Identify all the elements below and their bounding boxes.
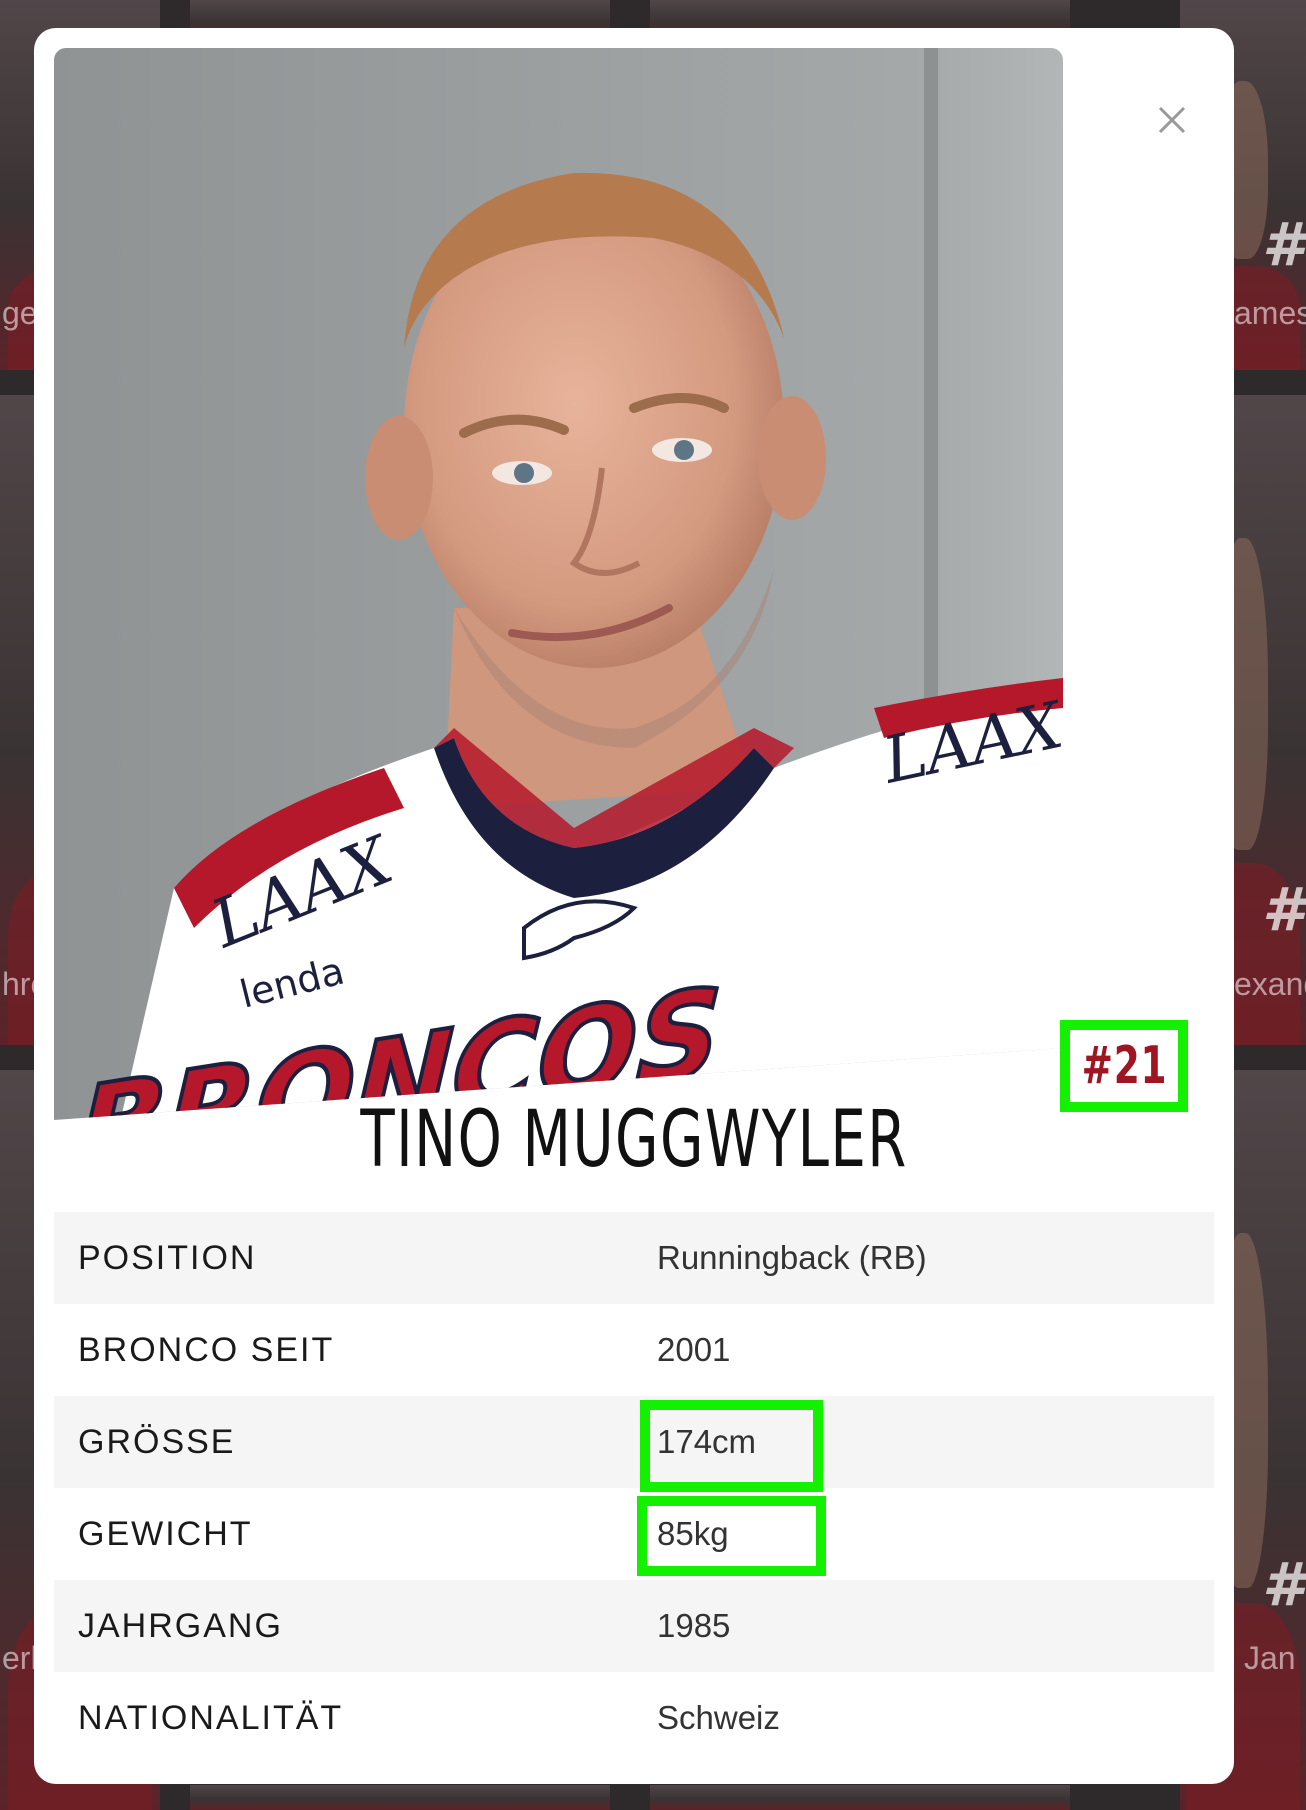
detail-row-jahrgang: JAHRGANG 1985: [54, 1580, 1214, 1672]
detail-row-groesse: GRÖSSE 174cm: [54, 1396, 1214, 1488]
detail-row-gewicht: GEWICHT 85kg: [54, 1488, 1214, 1580]
roster-number: #: [1262, 875, 1304, 945]
detail-label: POSITION: [78, 1238, 257, 1277]
player-details-table: POSITION Runningback (RB) BRONCO SEIT 20…: [54, 1212, 1214, 1764]
player-photo-graphic: LAAX LAAX lenda BRONCOS: [54, 48, 1063, 1120]
detail-value: Runningback (RB): [657, 1239, 927, 1276]
detail-value: Schweiz: [657, 1699, 780, 1736]
close-button[interactable]: [1142, 90, 1202, 150]
detail-row-position: POSITION Runningback (RB): [54, 1212, 1214, 1304]
detail-row-nationalitaet: NATIONALITÄT Schweiz: [54, 1672, 1214, 1764]
detail-row-bronco-seit: BRONCO SEIT 2001: [54, 1304, 1214, 1396]
detail-label: BRONCO SEIT: [78, 1330, 335, 1369]
roster-number: #: [1262, 1550, 1304, 1620]
player-detail-modal: LAAX LAAX lenda BRONCOS #21 TINO MUGGWYL…: [34, 28, 1234, 1784]
roster-name: ames: [1234, 295, 1306, 331]
highlight-height-box: [640, 1400, 823, 1492]
roster-card[interactable]: [190, 1785, 610, 1810]
roster-name: Jan: [1244, 1640, 1296, 1676]
player-photo: LAAX LAAX lenda BRONCOS: [54, 48, 1063, 1148]
detail-value: 2001: [657, 1331, 731, 1368]
roster-card[interactable]: [650, 1785, 1070, 1810]
highlight-weight-box: [637, 1496, 826, 1576]
detail-label: NATIONALITÄT: [78, 1698, 344, 1737]
detail-label: GRÖSSE: [78, 1422, 236, 1461]
close-icon: [1158, 106, 1186, 134]
player-name-heading: TINO MUGGWYLER: [34, 1090, 1234, 1190]
player-number: #21: [1081, 1036, 1167, 1096]
roster-name: exand: [1234, 966, 1306, 1002]
detail-label: GEWICHT: [78, 1514, 253, 1553]
detail-label: JAHRGANG: [78, 1606, 283, 1645]
roster-number: #: [1262, 210, 1304, 280]
detail-value: 1985: [657, 1607, 731, 1644]
player-name: TINO MUGGWYLER: [360, 1095, 908, 1185]
